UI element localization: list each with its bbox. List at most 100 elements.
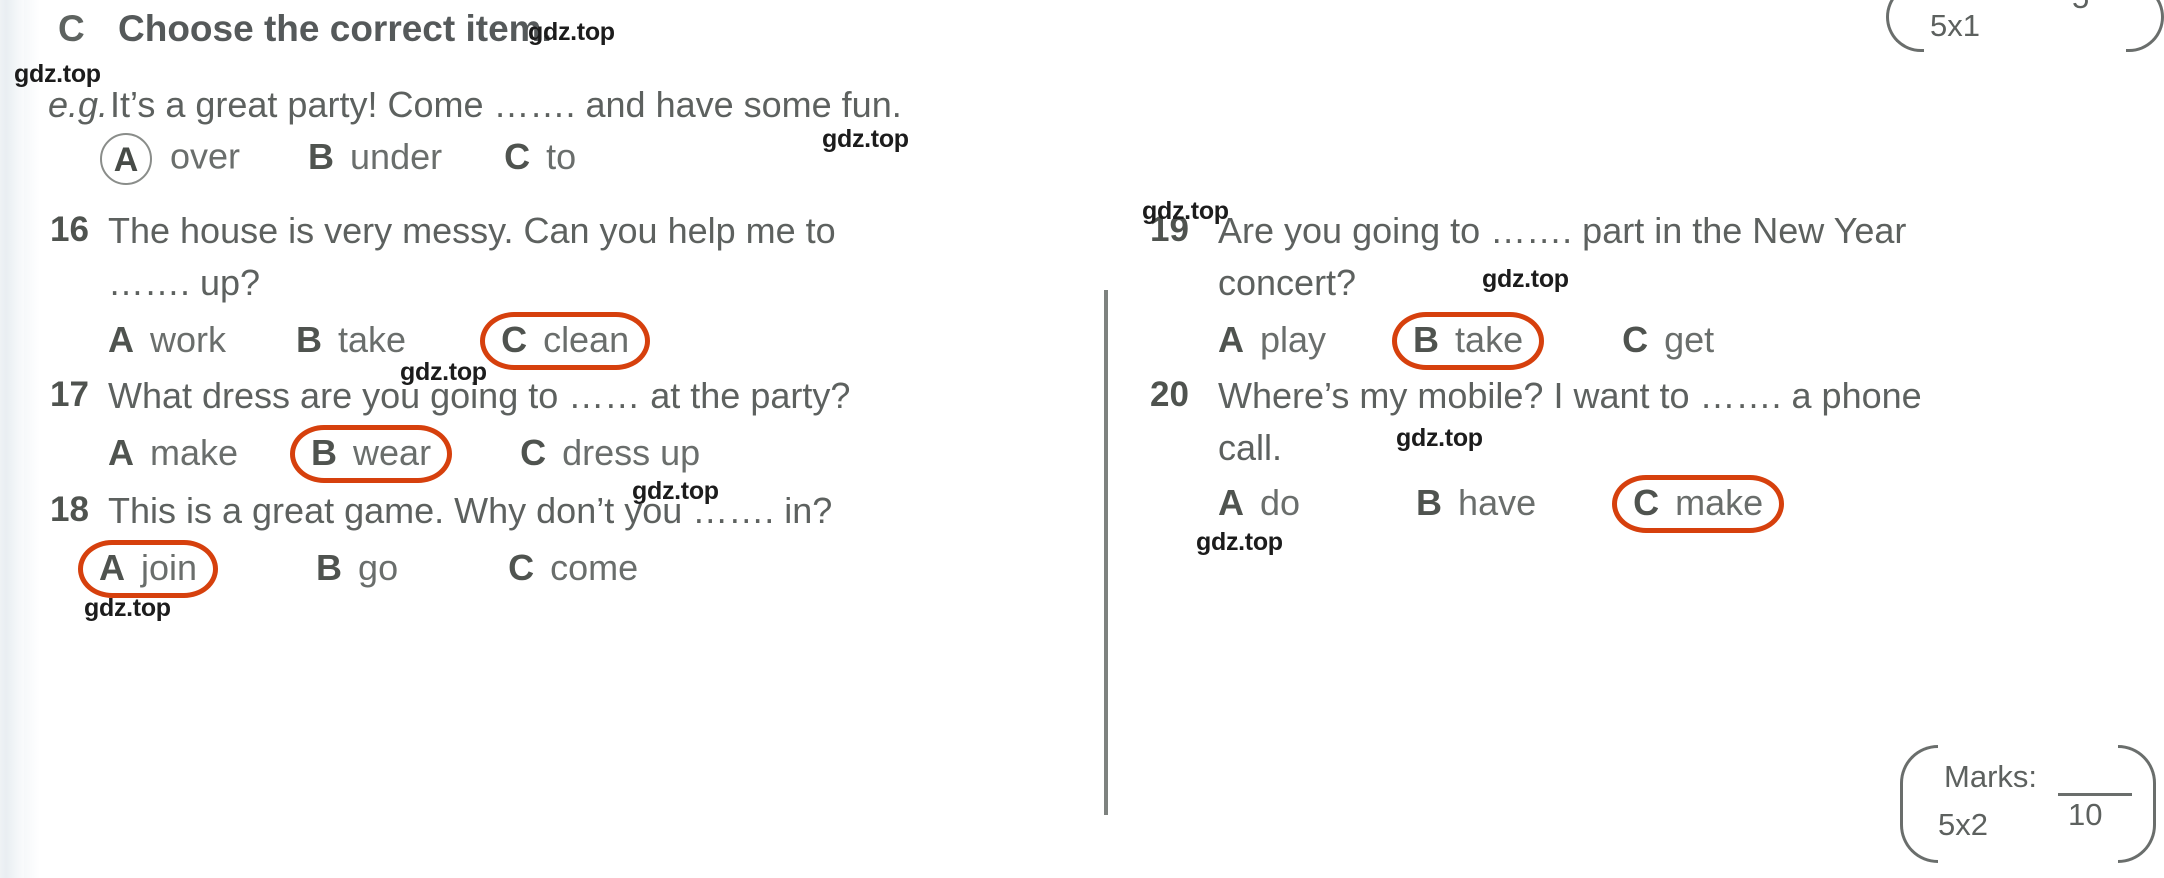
question-19-option-b-word: take: [1455, 319, 1524, 360]
question-18-option-c-word: come: [550, 547, 639, 588]
question-17-option-c-letter: C: [520, 432, 547, 473]
question-16-number: 16: [50, 210, 89, 249]
question-16-option-c-letter: C: [501, 319, 528, 360]
question-17-option-a-letter: A: [108, 432, 134, 473]
watermark-2: gdz.top: [822, 125, 909, 153]
question-16-text-line-2: ……. up?: [108, 262, 261, 303]
marks-answer-line[interactable]: [2058, 793, 2132, 796]
example-option-a-word: over: [170, 135, 241, 177]
question-17-option-b-word: wear: [353, 432, 432, 473]
question-20-options: Ado Bhave Cmake: [1218, 475, 1785, 533]
question-17-options: Amake Bwear Cdress up: [108, 425, 700, 483]
question-20-option-c-letter: C: [1633, 482, 1660, 523]
example-option-b-word: under: [350, 135, 443, 177]
question-16-text-line-1: The house is very messy. Can you help me…: [108, 210, 836, 251]
question-16-option-b[interactable]: Btake: [296, 319, 406, 361]
question-20-option-a[interactable]: Ado: [1218, 482, 1300, 524]
example-option-a[interactable]: Aover: [100, 133, 240, 185]
marks-multiplier: 5x2: [1938, 807, 1988, 842]
marks-box-top: 5x1 5: [1886, 0, 2164, 52]
question-20-option-b-word: have: [1458, 482, 1537, 523]
question-18-option-a-letter: A: [99, 547, 125, 588]
watermark-3: gdz.top: [1142, 197, 1229, 225]
watermark-4: gdz.top: [1482, 265, 1569, 293]
question-20-option-b-letter: B: [1416, 482, 1443, 523]
question-18-number: 18: [50, 490, 89, 529]
question-17-option-a-word: make: [150, 432, 239, 473]
question-16-option-a-letter: A: [108, 319, 134, 360]
watermark-0: gdz.top: [528, 18, 615, 46]
question-17-option-a[interactable]: Amake: [108, 432, 238, 474]
question-17-option-b-letter: B: [311, 432, 338, 473]
question-16-option-b-word: take: [338, 319, 407, 360]
question-18-option-a[interactable]: Ajoin: [78, 540, 219, 598]
question-19-option-a-word: play: [1260, 319, 1327, 360]
watermark-5: gdz.top: [400, 358, 487, 386]
watermark-7: gdz.top: [1396, 424, 1483, 452]
marks-label: Marks:: [1944, 759, 2037, 794]
example-option-c-word: to: [546, 135, 577, 177]
question-18-option-c-letter: C: [508, 547, 535, 588]
question-17-number: 17: [50, 375, 89, 414]
question-18-option-b[interactable]: Bgo: [316, 547, 398, 589]
question-18-option-c[interactable]: Ccome: [508, 547, 638, 589]
example-options: Aover Bunder Cto: [100, 133, 576, 185]
marks-top-left-paren-icon: [1886, 0, 1924, 52]
example-answer-circle-icon: A: [100, 133, 152, 185]
marks-bottom-right-paren-icon: [2118, 745, 2156, 863]
question-17-option-b[interactable]: Bwear: [290, 425, 453, 483]
question-20-option-a-letter: A: [1218, 482, 1244, 523]
question-17-option-c-word: dress up: [562, 432, 701, 473]
marks-top-total: 5: [2072, 0, 2089, 16]
marks-bottom-left-paren-icon: [1900, 745, 1938, 863]
question-16-option-c-word: clean: [543, 319, 630, 360]
book-spine-highlight: [24, 0, 40, 878]
question-19-option-b-letter: B: [1413, 319, 1440, 360]
question-16-option-b-letter: B: [296, 319, 323, 360]
question-19-option-c-letter: C: [1622, 319, 1649, 360]
question-20-option-c[interactable]: Cmake: [1612, 475, 1785, 533]
question-19-option-c-word: get: [1664, 319, 1715, 360]
question-19-option-c[interactable]: Cget: [1622, 319, 1714, 361]
watermark-1: gdz.top: [14, 60, 101, 88]
marks-top-right-paren-icon: [2126, 0, 2164, 52]
question-19-option-a-letter: A: [1218, 319, 1244, 360]
question-20-number: 20: [1150, 375, 1189, 414]
example-sentence: It’s a great party! Come ……. and have so…: [110, 84, 902, 125]
marks-top-multiplier: 5x1: [1930, 8, 1980, 43]
question-20-text-line-1: Where’s my mobile? I want to ……. a phone: [1218, 375, 1922, 416]
question-18-text-line-1: This is a great game. Why don’t you ……. …: [108, 490, 833, 531]
example-option-b[interactable]: Bunder: [308, 136, 442, 178]
example-option-c-letter: C: [504, 135, 531, 177]
question-19-text-line-1: Are you going to ……. part in the New Yea…: [1218, 210, 1907, 251]
exercise-instruction: Choose the correct item.: [118, 8, 552, 49]
watermark-8: gdz.top: [1196, 528, 1283, 556]
question-18-option-b-letter: B: [316, 547, 343, 588]
question-16-option-c[interactable]: Cclean: [480, 312, 651, 370]
question-20-text-line-2: call.: [1218, 427, 1283, 468]
question-17-option-c[interactable]: Cdress up: [520, 432, 700, 474]
watermark-6: gdz.top: [632, 477, 719, 505]
question-19-option-a[interactable]: Aplay: [1218, 319, 1326, 361]
example-option-c[interactable]: Cto: [504, 136, 576, 178]
question-19-text-line-2: concert?: [1218, 262, 1357, 303]
question-19-option-b[interactable]: Btake: [1392, 312, 1545, 370]
question-18-options: Ajoin Bgo Ccome: [78, 540, 638, 598]
column-divider: [1104, 290, 1108, 815]
question-20-option-c-word: make: [1675, 482, 1764, 523]
question-18-option-b-word: go: [358, 547, 399, 588]
question-19-options: Aplay Btake Cget: [1218, 312, 1714, 370]
example-option-b-letter: B: [308, 135, 335, 177]
question-16-options: Awork Btake Cclean: [108, 312, 651, 370]
question-18-option-a-word: join: [141, 547, 198, 588]
example-label: e.g.: [48, 84, 109, 125]
watermark-9: gdz.top: [84, 594, 171, 622]
exercise-letter: C: [58, 8, 85, 49]
question-20-option-b[interactable]: Bhave: [1416, 482, 1536, 524]
question-20-option-a-word: do: [1260, 482, 1301, 523]
question-16-option-a[interactable]: Awork: [108, 319, 226, 361]
marks-total: 10: [2068, 797, 2103, 832]
marks-box-bottom: Marks: 10 5x2: [1900, 745, 2156, 863]
worksheet-page: C Choose the correct item. e.g. It’s a g…: [0, 0, 2164, 878]
question-16-option-a-word: work: [150, 319, 227, 360]
